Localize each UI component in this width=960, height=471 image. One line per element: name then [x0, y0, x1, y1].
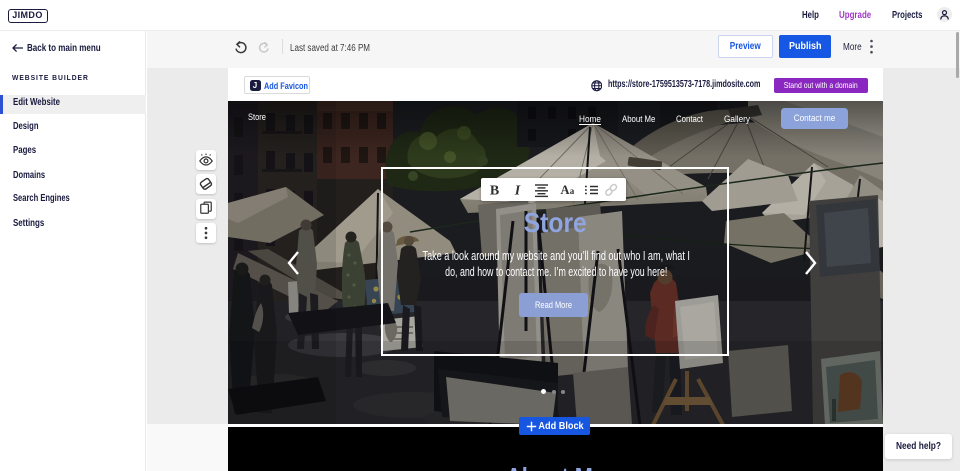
svg-text:a: a	[570, 186, 575, 196]
svg-text:I: I	[514, 184, 521, 199]
svg-text:A: A	[560, 183, 569, 197]
svg-text:B: B	[490, 184, 499, 199]
